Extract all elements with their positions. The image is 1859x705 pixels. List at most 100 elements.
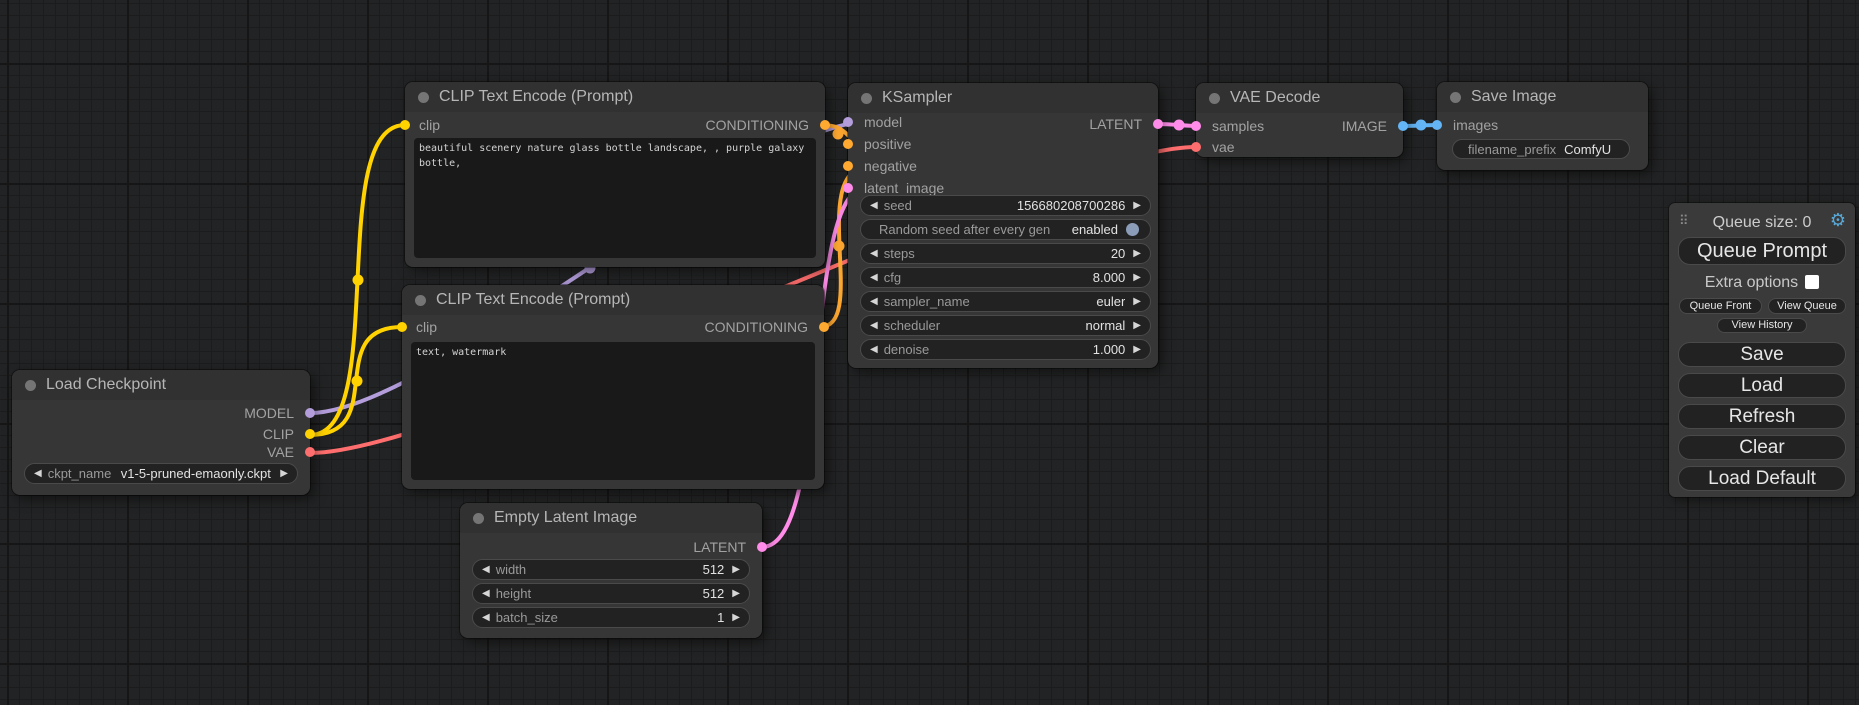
increment-icon[interactable]: ▶ xyxy=(1133,195,1141,216)
height-widget[interactable]: ◀ height 512 ▶ xyxy=(472,583,750,604)
collapse-dot-icon[interactable] xyxy=(1450,92,1461,103)
collapse-dot-icon[interactable] xyxy=(861,93,872,104)
output-port-conditioning[interactable] xyxy=(819,322,829,332)
node-empty-latent-image[interactable]: Empty Latent Image LATENT ◀ width 512 ▶ … xyxy=(460,503,762,638)
prompt-text-negative[interactable]: text, watermark xyxy=(411,342,815,480)
sampler-name-widget[interactable]: ◀ sampler_name euler ▶ xyxy=(860,291,1151,312)
ckpt-name-widget[interactable]: ◀ ckpt_name v1-5-pruned-emaonly.ckpt ▶ xyxy=(24,463,298,484)
node-save-image[interactable]: Save Image images filename_prefix ComfyU… xyxy=(1437,82,1648,170)
node-ksampler[interactable]: KSampler model positive negative latent_… xyxy=(848,83,1158,368)
steps-widget[interactable]: ◀ steps 20 ▶ xyxy=(860,243,1151,264)
node-clip-text-encode-positive[interactable]: CLIP Text Encode (Prompt) clip CONDITION… xyxy=(405,82,825,267)
extra-options-label: Extra options xyxy=(1705,274,1798,291)
link-dot xyxy=(833,129,844,140)
widget-label: sampler_name xyxy=(884,294,970,309)
link-dot xyxy=(1174,120,1185,131)
input-port-positive[interactable] xyxy=(843,139,853,149)
prev-value-icon[interactable]: ◀ xyxy=(34,463,42,484)
input-port-clip[interactable] xyxy=(400,120,410,130)
decrement-icon[interactable]: ◀ xyxy=(482,583,490,604)
input-port-latent-image[interactable] xyxy=(843,183,853,193)
output-label-image: IMAGE xyxy=(1342,116,1387,136)
view-queue-button[interactable]: View Queue xyxy=(1768,298,1846,314)
seed-widget[interactable]: ◀ seed 156680208700286 ▶ xyxy=(860,195,1151,216)
next-value-icon[interactable]: ▶ xyxy=(280,463,288,484)
next-value-icon[interactable]: ▶ xyxy=(1133,291,1141,312)
increment-icon[interactable]: ▶ xyxy=(732,559,740,580)
output-port-latent[interactable] xyxy=(1153,119,1163,129)
input-port-clip[interactable] xyxy=(397,322,407,332)
random-seed-widget[interactable]: Random seed after every gen enabled xyxy=(860,219,1151,240)
input-port-vae[interactable] xyxy=(1191,142,1201,152)
output-port-latent[interactable] xyxy=(757,542,767,552)
prompt-text-positive[interactable]: beautiful scenery nature glass bottle la… xyxy=(414,138,816,258)
output-port-vae[interactable] xyxy=(305,447,315,457)
extra-options-checkbox[interactable] xyxy=(1805,275,1819,289)
load-button[interactable]: Load xyxy=(1678,373,1846,398)
collapse-dot-icon[interactable] xyxy=(418,92,429,103)
widget-value: euler xyxy=(978,294,1126,309)
increment-icon[interactable]: ▶ xyxy=(1133,243,1141,264)
increment-icon[interactable]: ▶ xyxy=(1133,339,1141,360)
output-label-conditioning: CONDITIONING xyxy=(706,115,809,135)
node-clip-text-encode-negative[interactable]: CLIP Text Encode (Prompt) clip CONDITION… xyxy=(402,285,824,489)
view-history-button[interactable]: View History xyxy=(1717,318,1807,333)
output-label-latent: LATENT xyxy=(1089,114,1142,134)
gear-icon[interactable]: ⚙ xyxy=(1830,211,1846,229)
input-label-images: images xyxy=(1453,115,1498,135)
collapse-dot-icon[interactable] xyxy=(25,380,36,391)
node-vae-decode[interactable]: VAE Decode samples vae IMAGE xyxy=(1196,83,1403,157)
refresh-button[interactable]: Refresh xyxy=(1678,404,1846,429)
output-port-conditioning[interactable] xyxy=(820,120,830,130)
decrement-icon[interactable]: ◀ xyxy=(870,243,878,264)
output-port-image[interactable] xyxy=(1398,121,1408,131)
decrement-icon[interactable]: ◀ xyxy=(870,339,878,360)
increment-icon[interactable]: ▶ xyxy=(1133,267,1141,288)
clear-button[interactable]: Clear xyxy=(1678,435,1846,460)
queue-panel: ⠿ Queue size: 0 ⚙ Queue Prompt Extra opt… xyxy=(1669,203,1855,497)
queue-front-button[interactable]: Queue Front xyxy=(1679,298,1762,314)
output-port-model[interactable] xyxy=(305,408,315,418)
widget-label: denoise xyxy=(884,342,930,357)
widget-value: 1.000 xyxy=(937,342,1125,357)
filename-prefix-widget[interactable]: filename_prefix ComfyUI xyxy=(1452,139,1630,159)
input-label-clip: clip xyxy=(416,317,437,337)
node-title: Save Image xyxy=(1437,82,1648,112)
batch-size-widget[interactable]: ◀ batch_size 1 ▶ xyxy=(472,607,750,628)
input-port-samples[interactable] xyxy=(1191,121,1201,131)
load-default-button[interactable]: Load Default xyxy=(1678,466,1846,491)
widget-value: normal xyxy=(948,318,1125,333)
widget-value: 156680208700286 xyxy=(920,198,1125,213)
output-label-vae: VAE xyxy=(267,442,294,462)
collapse-dot-icon[interactable] xyxy=(473,513,484,524)
width-widget[interactable]: ◀ width 512 ▶ xyxy=(472,559,750,580)
save-button[interactable]: Save xyxy=(1678,342,1846,367)
widget-value: 8.000 xyxy=(909,270,1125,285)
next-value-icon[interactable]: ▶ xyxy=(1133,315,1141,336)
collapse-dot-icon[interactable] xyxy=(415,295,426,306)
queue-prompt-button[interactable]: Queue Prompt xyxy=(1678,237,1846,265)
widget-label: Random seed after every gen xyxy=(879,222,1050,237)
output-label-clip: CLIP xyxy=(263,424,294,444)
node-title: Load Checkpoint xyxy=(12,370,310,400)
toggle-on-icon[interactable] xyxy=(1126,223,1139,236)
decrement-icon[interactable]: ◀ xyxy=(870,195,878,216)
node-load-checkpoint[interactable]: Load Checkpoint MODEL CLIP VAE ◀ ckpt_na… xyxy=(12,370,310,495)
scheduler-widget[interactable]: ◀ scheduler normal ▶ xyxy=(860,315,1151,336)
prev-value-icon[interactable]: ◀ xyxy=(870,291,878,312)
decrement-icon[interactable]: ◀ xyxy=(482,559,490,580)
input-port-model[interactable] xyxy=(843,117,853,127)
output-label-latent: LATENT xyxy=(693,537,746,557)
collapse-dot-icon[interactable] xyxy=(1209,93,1220,104)
decrement-icon[interactable]: ◀ xyxy=(482,607,490,628)
prev-value-icon[interactable]: ◀ xyxy=(870,315,878,336)
increment-icon[interactable]: ▶ xyxy=(732,607,740,628)
input-port-negative[interactable] xyxy=(843,161,853,171)
output-port-clip[interactable] xyxy=(305,429,315,439)
decrement-icon[interactable]: ◀ xyxy=(870,267,878,288)
increment-icon[interactable]: ▶ xyxy=(732,583,740,604)
canvas[interactable]: Load Checkpoint MODEL CLIP VAE ◀ ckpt_na… xyxy=(0,0,1859,705)
denoise-widget[interactable]: ◀ denoise 1.000 ▶ xyxy=(860,339,1151,360)
input-port-images[interactable] xyxy=(1432,120,1442,130)
cfg-widget[interactable]: ◀ cfg 8.000 ▶ xyxy=(860,267,1151,288)
